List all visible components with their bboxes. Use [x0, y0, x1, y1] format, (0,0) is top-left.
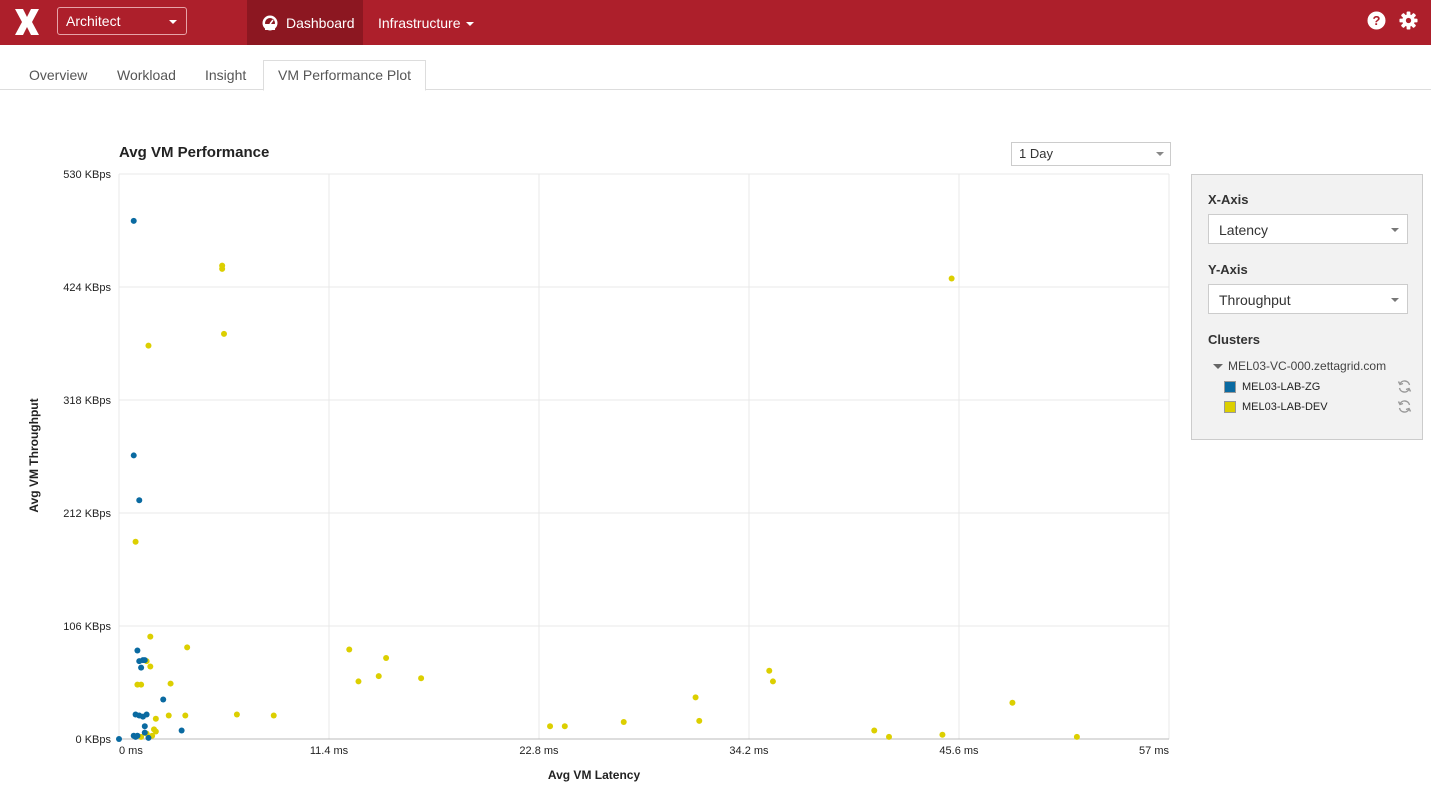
- scatter-point[interactable]: [1009, 699, 1016, 706]
- gear-icon[interactable]: [1399, 11, 1418, 30]
- scatter-point[interactable]: [130, 452, 137, 459]
- refresh-icon[interactable]: [1397, 379, 1412, 394]
- scatter-point[interactable]: [769, 678, 776, 685]
- x-tick-label: 57 ms: [1139, 745, 1169, 757]
- scatter-point[interactable]: [136, 497, 143, 504]
- y-tick-label: 530 KBps: [63, 169, 111, 181]
- scatter-point[interactable]: [160, 696, 167, 703]
- x-tick-label: 45.6 ms: [939, 745, 979, 757]
- y-tick-label: 424 KBps: [63, 282, 111, 294]
- x-tick-label: 22.8 ms: [519, 745, 559, 757]
- scatter-point[interactable]: [375, 673, 382, 680]
- scatter-point[interactable]: [221, 330, 227, 337]
- scatter-plot[interactable]: 0 KBps 106 KBps 212 KBps 318 KBps 424 KBps 53…: [0, 0, 1180, 802]
- scatter-point[interactable]: [147, 663, 154, 670]
- scatter-point[interactable]: [561, 723, 568, 730]
- y-axis-title: Avg VM Throughput: [27, 398, 41, 512]
- x-tick-label: 11.4 ms: [310, 745, 349, 757]
- scatter-point[interactable]: [143, 711, 150, 718]
- scatter-point[interactable]: [766, 667, 773, 674]
- scatter-point[interactable]: [418, 675, 425, 682]
- scatter-point[interactable]: [132, 538, 139, 545]
- y-axis-select[interactable]: Throughput: [1208, 284, 1408, 314]
- scatter-point[interactable]: [134, 647, 141, 654]
- refresh-icon[interactable]: [1397, 399, 1412, 414]
- scatter-point[interactable]: [141, 723, 148, 730]
- y-axis-label: Y-Axis: [1208, 262, 1248, 277]
- scatter-point[interactable]: [270, 712, 277, 719]
- scatter-point[interactable]: [871, 727, 878, 734]
- chevron-down-icon: [1391, 228, 1399, 232]
- scatter-point[interactable]: [145, 734, 152, 741]
- scatter-point[interactable]: [182, 712, 189, 719]
- y-tick-label: 318 KBps: [63, 395, 111, 407]
- scatter-point[interactable]: [620, 718, 627, 725]
- scatter-point[interactable]: [130, 217, 137, 224]
- scatter-point[interactable]: [141, 657, 148, 664]
- x-tick-label: 0 ms: [119, 745, 143, 757]
- scatter-point[interactable]: [167, 680, 174, 687]
- y-tick-label: 212 KBps: [63, 508, 111, 520]
- cluster-name: MEL03-LAB-DEV: [1242, 401, 1328, 413]
- scatter-point[interactable]: [138, 664, 145, 671]
- scatter-point[interactable]: [219, 265, 226, 272]
- scatter-point[interactable]: [1073, 733, 1080, 740]
- scatter-point[interactable]: [138, 681, 145, 688]
- chevron-down-icon: [1391, 298, 1399, 302]
- scatter-point[interactable]: [692, 694, 699, 701]
- plot-settings-panel: X-Axis Latency Y-Axis Throughput Cluster…: [1191, 174, 1423, 440]
- scatter-point[interactable]: [233, 711, 240, 718]
- cluster-item-mel03-lab-zg[interactable]: MEL03-LAB-ZG: [1224, 379, 1412, 395]
- clusters-label: Clusters: [1208, 332, 1261, 347]
- cluster-color-swatch[interactable]: [1224, 381, 1236, 393]
- scatter-point[interactable]: [886, 733, 892, 740]
- x-axis-label: X-Axis: [1208, 192, 1249, 207]
- caret-down-icon[interactable]: [1213, 363, 1223, 369]
- cluster-item-mel03-lab-dev[interactable]: MEL03-LAB-DEV: [1224, 399, 1412, 415]
- scatter-point[interactable]: [178, 727, 185, 734]
- scatter-point[interactable]: [383, 654, 390, 661]
- svg-text:?: ?: [1373, 13, 1381, 28]
- vcenter-tree-node[interactable]: MEL03-VC-000.zettagrid.com: [1213, 359, 1386, 373]
- scatter-point[interactable]: [346, 646, 353, 653]
- x-axis-select[interactable]: Latency: [1208, 214, 1408, 244]
- scatter-point[interactable]: [147, 633, 154, 640]
- scatter-point[interactable]: [696, 717, 703, 724]
- scatter-point[interactable]: [948, 275, 955, 282]
- cluster-color-swatch[interactable]: [1224, 401, 1236, 413]
- scatter-point[interactable]: [547, 723, 554, 730]
- vcenter-name: MEL03-VC-000.zettagrid.com: [1228, 359, 1387, 373]
- x-tick-label: 34.2 ms: [729, 745, 769, 757]
- scatter-point[interactable]: [134, 732, 141, 739]
- scatter-point[interactable]: [355, 678, 362, 685]
- scatter-point[interactable]: [152, 715, 159, 722]
- scatter-point[interactable]: [939, 731, 946, 738]
- scatter-point[interactable]: [165, 712, 172, 719]
- scatter-point[interactable]: [184, 644, 191, 651]
- scatter-point[interactable]: [116, 736, 122, 742]
- x-axis-title: Avg VM Latency: [548, 768, 641, 782]
- help-icon[interactable]: ?: [1367, 11, 1386, 30]
- scatter-point[interactable]: [141, 729, 148, 736]
- x-axis-value: Latency: [1219, 222, 1269, 238]
- y-axis-value: Throughput: [1219, 292, 1291, 308]
- scatter-point[interactable]: [145, 342, 152, 349]
- y-tick-label: 106 KBps: [63, 621, 111, 633]
- y-tick-label: 0 KBps: [76, 734, 112, 746]
- cluster-name: MEL03-LAB-ZG: [1242, 381, 1321, 393]
